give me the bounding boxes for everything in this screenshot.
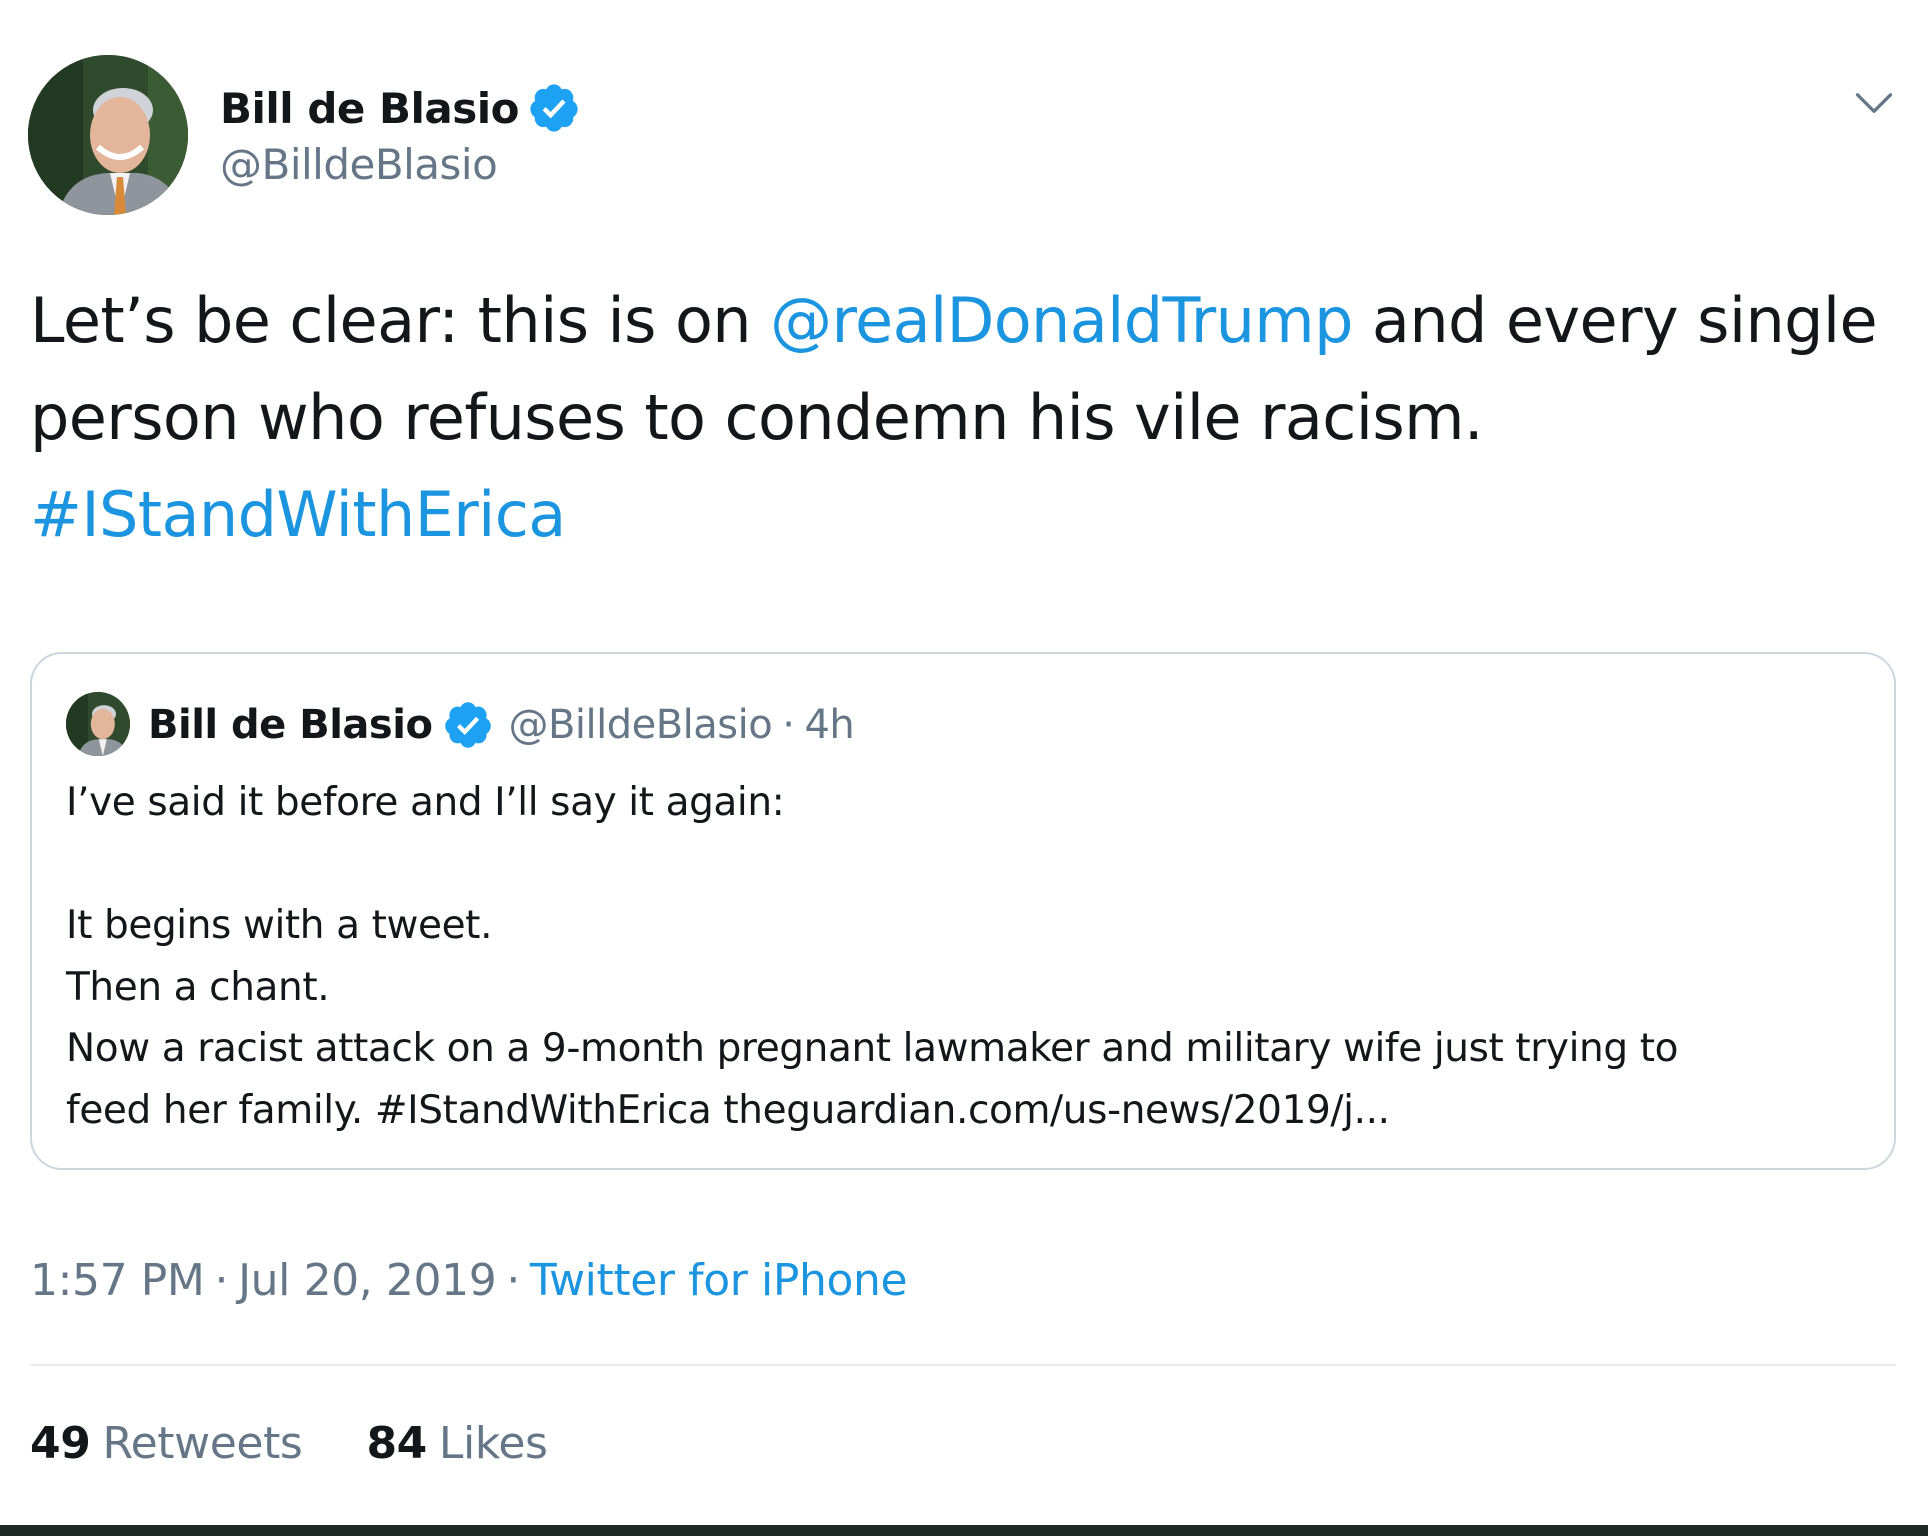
- quoted-text-line: [66, 834, 1866, 896]
- tweet-meta: 1:57 PM · Jul 20, 2019 · Twitter for iPhone: [30, 1255, 908, 1306]
- likes-count: 84: [366, 1418, 427, 1469]
- quoted-display-name: Bill de Blasio: [148, 702, 433, 748]
- quoted-text-line: feed her family. #IStandWithErica thegua…: [66, 1087, 1390, 1133]
- quoted-handle: @BilldeBlasio: [508, 702, 773, 748]
- quoted-text-line: It begins with a tweet.: [66, 903, 493, 948]
- separator-dot: ·: [214, 1255, 229, 1306]
- retweets-label: Retweets: [102, 1418, 303, 1469]
- tweet-text-part: Let’s be clear: this is on: [30, 284, 771, 357]
- likes-label: Likes: [438, 1418, 548, 1469]
- quoted-header: Bill de Blasio @BilldeBlasio · 4h: [148, 694, 855, 756]
- likes-stat[interactable]: 84 Likes: [366, 1418, 547, 1469]
- user-portrait-icon: [28, 55, 188, 215]
- tweet-card: Bill de Blasio @BilldeBlasio Let’s be cl…: [0, 0, 1928, 1525]
- quoted-tweet[interactable]: Bill de Blasio @BilldeBlasio · 4h I’ve s…: [30, 652, 1896, 1170]
- display-name-row: Bill de Blasio: [220, 78, 581, 138]
- tweet-date[interactable]: Jul 20, 2019: [238, 1255, 497, 1306]
- avatar[interactable]: [28, 55, 188, 215]
- separator-dot: ·: [506, 1255, 520, 1306]
- quoted-text-line: Now a racist attack on a 9-month pregnan…: [66, 1026, 1679, 1071]
- hashtag-link[interactable]: #IStandWithErica: [30, 478, 566, 551]
- mention-link[interactable]: @realDonaldTrump: [770, 284, 1353, 357]
- verified-badge-icon: [530, 84, 578, 132]
- retweets-stat[interactable]: 49 Retweets: [30, 1418, 303, 1469]
- tweet-time[interactable]: 1:57 PM: [30, 1255, 205, 1306]
- divider: [30, 1364, 1896, 1366]
- handle[interactable]: @BilldeBlasio: [220, 140, 581, 189]
- quoted-text: I’ve said it before and I’ll say it agai…: [66, 772, 1866, 1141]
- quoted-text-line: I’ve said it before and I’ll say it agai…: [66, 780, 785, 825]
- bottom-bar: [0, 1525, 1928, 1536]
- tweet-text: Let’s be clear: this is on @realDonaldTr…: [30, 272, 1890, 563]
- display-name[interactable]: Bill de Blasio: [220, 84, 520, 133]
- quoted-text-line: Then a chant.: [66, 964, 330, 1010]
- quoted-avatar: [66, 692, 130, 756]
- chevron-down-icon[interactable]: [1852, 82, 1896, 126]
- author-info[interactable]: Bill de Blasio @BilldeBlasio: [220, 78, 581, 189]
- separator-dot: ·: [782, 702, 795, 748]
- user-portrait-icon: [66, 692, 130, 756]
- source-link[interactable]: Twitter for iPhone: [530, 1255, 908, 1306]
- tweet-stats: 49 Retweets 84 Likes: [30, 1418, 612, 1469]
- verified-badge-icon: [445, 702, 492, 748]
- quoted-timestamp: 4h: [804, 702, 855, 748]
- retweets-count: 49: [30, 1418, 91, 1469]
